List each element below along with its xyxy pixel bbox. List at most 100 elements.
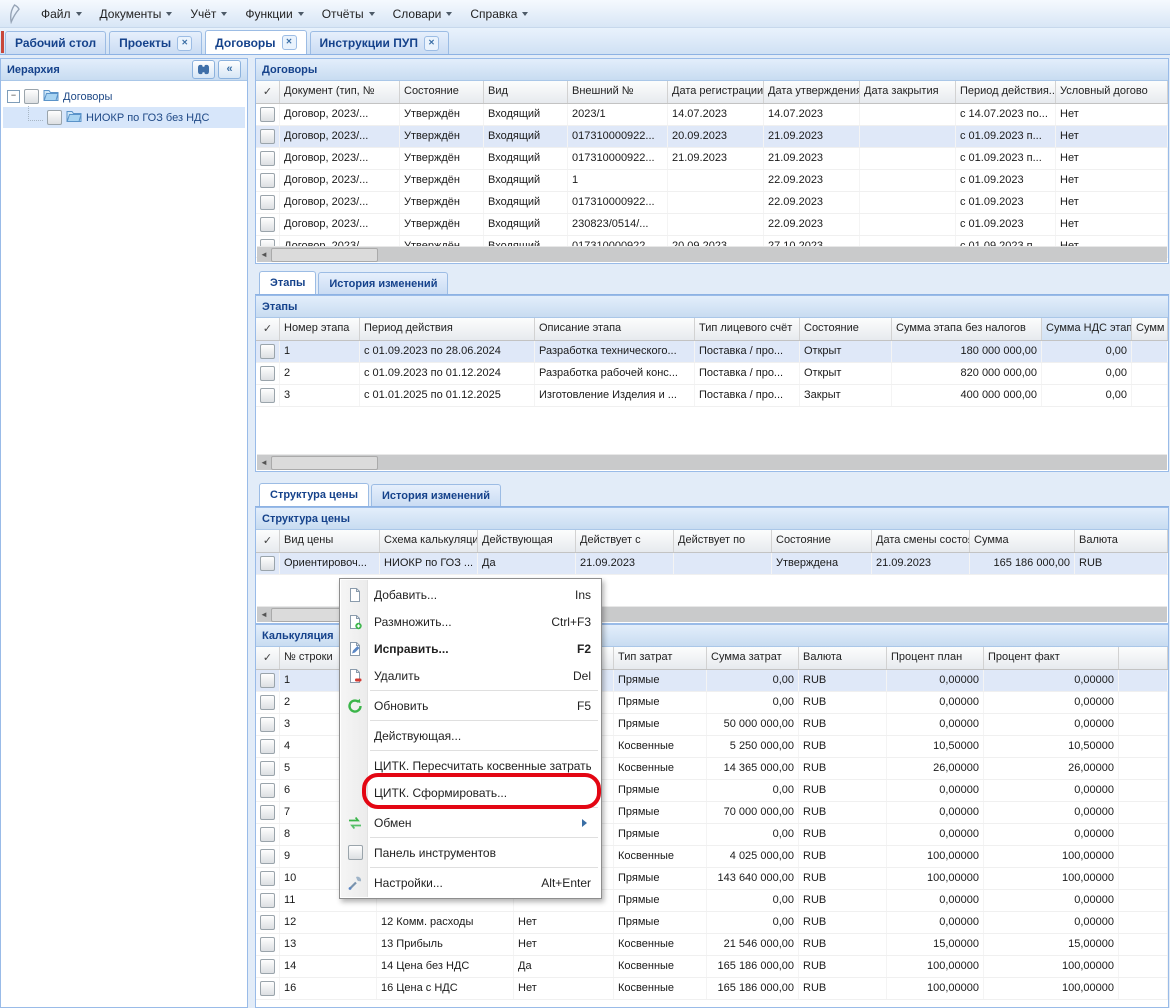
column-header[interactable]: Вид [484,81,568,103]
sub-tab[interactable]: Этапы [259,271,316,294]
column-header[interactable]: Процент факт [984,647,1119,669]
scroll-left-icon[interactable]: ◄ [257,607,271,622]
table-row[interactable]: Договор, 2023/...УтверждёнВходящий017310… [256,192,1168,214]
column-header[interactable]: Схема калькуляци [380,530,478,552]
row-checkbox[interactable] [260,344,275,359]
column-header[interactable]: Сумм [1132,318,1168,340]
context-menu-item[interactable]: Действующая... [340,722,601,749]
row-checkbox[interactable] [260,871,275,886]
table-row[interactable]: 2с 01.09.2023 по 01.12.2024Разработка ра… [256,363,1168,385]
tree-item-contracts[interactable]: − Договоры [3,86,245,107]
table-row[interactable]: Договор, 2023/...УтверждёнВходящий017310… [256,126,1168,148]
row-checkbox[interactable] [260,673,275,688]
row-checkbox[interactable] [260,107,275,122]
h-scrollbar[interactable]: ◄ [257,454,1167,470]
row-checkbox[interactable] [260,366,275,381]
main-tab[interactable]: Договоры✕ [205,30,306,54]
tree-checkbox[interactable] [47,110,62,125]
context-menu-item[interactable]: Обмен [340,809,601,836]
scroll-thumb[interactable] [271,248,378,262]
context-menu-item[interactable]: ЦИТК. Сформировать... [340,779,601,806]
scroll-left-icon[interactable]: ◄ [257,455,271,470]
column-header[interactable]: Сумма НДС этапа [1042,318,1132,340]
column-header[interactable]: Условный догово [1056,81,1168,103]
column-header[interactable]: Тип лицевого счёт [695,318,800,340]
row-checkbox[interactable] [260,217,275,232]
row-checkbox[interactable] [260,388,275,403]
tree-expander-icon[interactable]: − [7,90,20,103]
h-scrollbar[interactable]: ◄ [257,246,1167,262]
menubar-item[interactable]: Функции [236,3,312,25]
row-checkbox[interactable] [260,739,275,754]
tree-item-niokr[interactable]: НИОКР по ГОЗ без НДС [3,107,245,128]
context-menu-item[interactable]: Размножить...Ctrl+F3 [340,608,601,635]
column-header[interactable]: Номер этапа [280,318,360,340]
row-checkbox[interactable] [260,959,275,974]
row-checkbox[interactable] [260,556,275,571]
column-header[interactable]: Валюта [799,647,887,669]
row-checkbox[interactable] [260,893,275,908]
row-checkbox[interactable] [260,195,275,210]
table-row[interactable]: 1с 01.09.2023 по 28.06.2024Разработка те… [256,341,1168,363]
column-header[interactable]: Сумма этапа без налогов [892,318,1042,340]
table-row[interactable]: 1313 ПрибыльНетКосвенные21 546 000,00RUB… [256,934,1168,956]
menubar-item[interactable]: Словари [384,3,462,25]
column-header[interactable]: Сумма [970,530,1075,552]
search-button[interactable] [192,60,215,79]
column-header[interactable]: Период действия [360,318,535,340]
menubar-item[interactable]: Учёт [181,3,236,25]
row-checkbox[interactable] [260,695,275,710]
menubar-item[interactable]: Документы [91,3,182,25]
row-checkbox[interactable] [260,805,275,820]
column-header[interactable]: Период действия.. [956,81,1056,103]
row-checkbox[interactable] [260,761,275,776]
column-header[interactable]: ✓ [256,318,280,340]
row-checkbox[interactable] [260,783,275,798]
context-menu-item[interactable]: Исправить...F2 [340,635,601,662]
scroll-left-icon[interactable]: ◄ [257,247,271,262]
sub-tab[interactable]: История изменений [371,484,501,506]
collapse-panel-button[interactable]: « [218,60,241,79]
table-row[interactable]: 1414 Цена без НДСДаКосвенные165 186 000,… [256,956,1168,978]
context-menu-item[interactable]: ОбновитьF5 [340,692,601,719]
main-tab[interactable]: Проекты✕ [109,31,202,54]
menubar-item[interactable]: Отчёты [313,3,384,25]
context-menu-item[interactable]: Панель инструментов [340,839,601,866]
column-header[interactable]: Действующая [478,530,576,552]
column-header[interactable]: Тип затрат [614,647,707,669]
column-header[interactable]: Состояние [400,81,484,103]
context-menu-item[interactable]: Добавить...Ins [340,581,601,608]
column-header[interactable]: Валюта [1075,530,1168,552]
menubar-item[interactable]: Файл [32,3,91,25]
row-checkbox[interactable] [260,173,275,188]
column-header[interactable]: ✓ [256,530,280,552]
tree-checkbox[interactable] [24,89,39,104]
table-row[interactable]: 1212 Комм. расходыНетПрямые0,00RUB0,0000… [256,912,1168,934]
column-header[interactable]: Действует по [674,530,772,552]
table-row[interactable]: Договор, 2023/...УтверждёнВходящий230823… [256,214,1168,236]
tab-close-icon[interactable]: ✕ [424,36,439,51]
column-header[interactable]: Состояние [800,318,892,340]
row-checkbox[interactable] [260,849,275,864]
column-header[interactable]: Документ (тип, № [280,81,400,103]
sub-tab[interactable]: История изменений [318,272,448,294]
tab-close-icon[interactable]: ✕ [282,35,297,50]
context-menu-item[interactable]: ЦИТК. Пересчитать косвенные затраты... [340,752,601,779]
column-header[interactable]: Описание этапа [535,318,695,340]
tab-close-icon[interactable]: ✕ [177,36,192,51]
table-row[interactable]: Договор, 2023/...УтверждёнВходящий2023/1… [256,104,1168,126]
menubar-item[interactable]: Справка [461,3,537,25]
main-tab[interactable]: Инструкции ПУП✕ [310,31,449,54]
table-row[interactable]: 3с 01.01.2025 по 01.12.2025Изготовление … [256,385,1168,407]
column-header[interactable]: ✓ [256,81,280,103]
column-header[interactable]: Состояние [772,530,872,552]
column-header[interactable]: Дата закрытия [860,81,956,103]
context-menu-item[interactable]: УдалитьDel [340,662,601,689]
row-checkbox[interactable] [260,129,275,144]
row-checkbox[interactable] [260,717,275,732]
row-checkbox[interactable] [260,981,275,996]
row-checkbox[interactable] [260,827,275,842]
row-checkbox[interactable] [260,915,275,930]
context-menu-item[interactable]: Настройки...Alt+Enter [340,869,601,896]
column-header[interactable]: Дата смены состоя [872,530,970,552]
